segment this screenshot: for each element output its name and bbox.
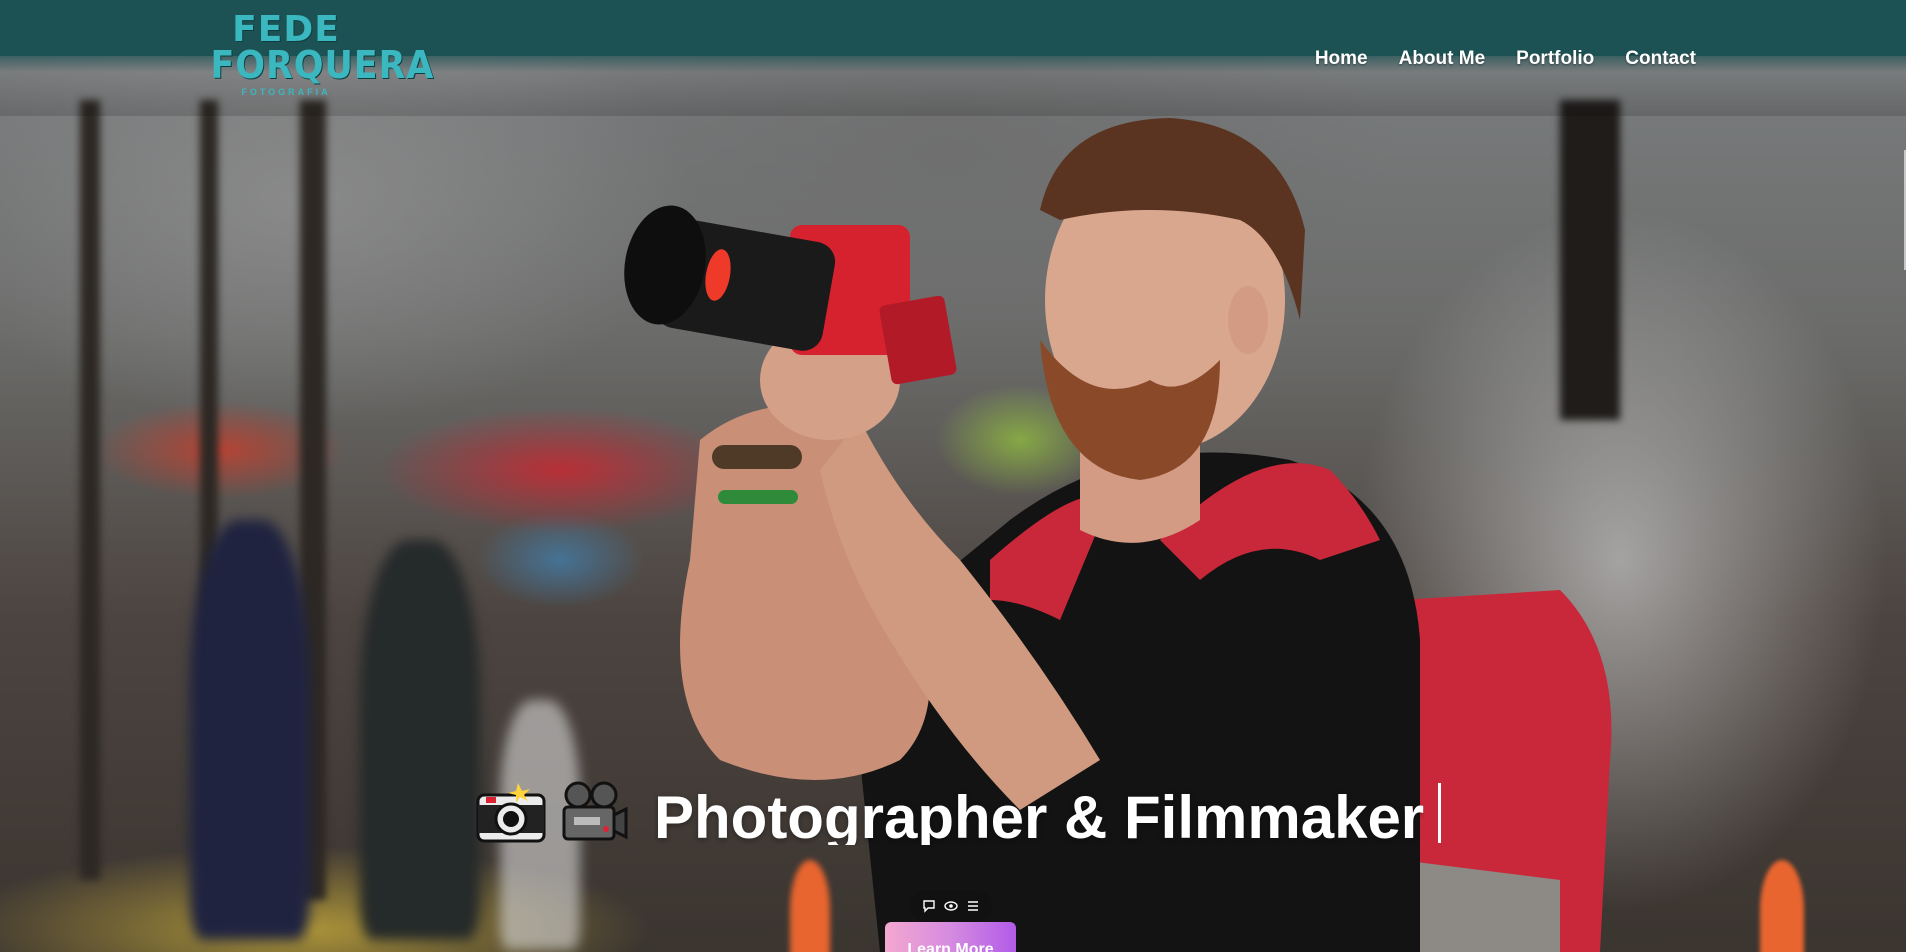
bg-person: [360, 540, 480, 940]
traffic-cone: [1760, 860, 1804, 952]
logo-text-tagline: FOTOGRAFIA: [241, 87, 331, 97]
menu-lines-icon[interactable]: [964, 897, 982, 915]
camera-with-flash-icon: [476, 781, 546, 845]
eye-icon[interactable]: [942, 897, 960, 915]
nav-about-me[interactable]: About Me: [1399, 46, 1486, 72]
bg-tree: [1560, 100, 1620, 420]
nav-home[interactable]: Home: [1315, 46, 1368, 72]
chat-bubble-icon[interactable]: [920, 897, 938, 915]
brand-logo[interactable]: FEDE FORQUERA FOTOGRAFIA: [204, 12, 435, 104]
hero-headline: Photographer & Filmmaker: [476, 776, 1442, 850]
learn-more-button[interactable]: Learn More: [885, 922, 1016, 952]
movie-camera-icon: [558, 781, 628, 845]
nav-contact[interactable]: Contact: [1625, 46, 1696, 72]
logo-text-last: FORQUERA: [210, 43, 435, 87]
hero-title: Photographer & Filmmaker: [654, 784, 1425, 845]
nav-portfolio[interactable]: Portfolio: [1516, 46, 1594, 72]
main-nav: Home About Me Portfolio Contact: [1315, 46, 1696, 72]
bg-tree: [80, 100, 100, 880]
floating-controls: [910, 890, 992, 922]
page: FEDE FORQUERA FOTOGRAFIA Home About Me P…: [0, 0, 1906, 952]
typing-cursor: [1438, 783, 1442, 843]
traffic-cone: [790, 860, 830, 952]
bg-person: [190, 520, 310, 940]
